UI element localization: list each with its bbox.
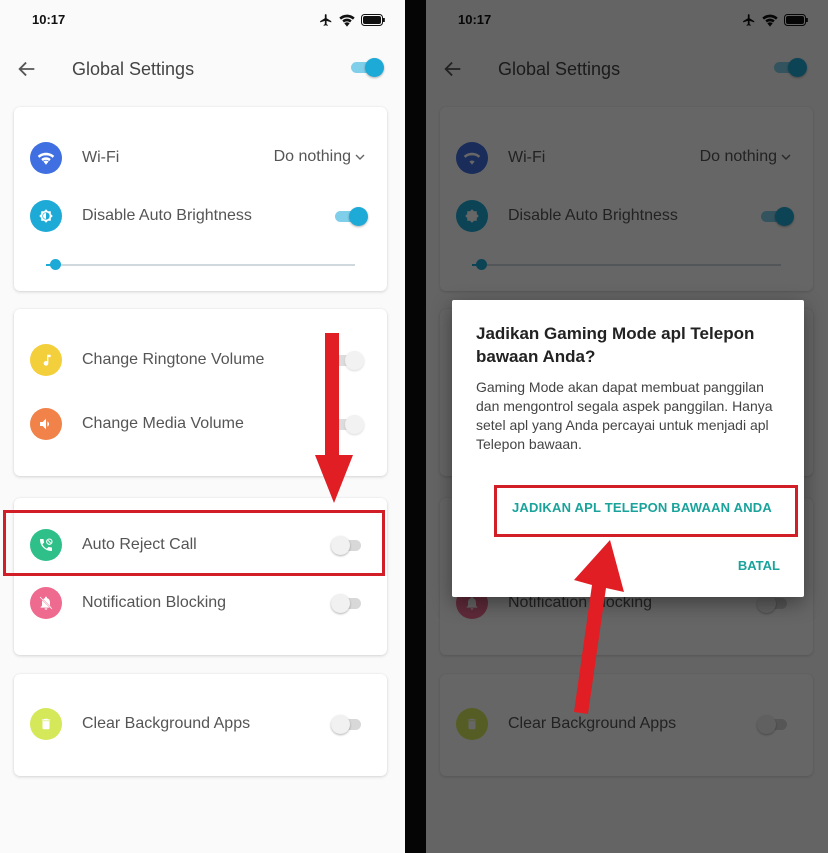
media-label: Change Media Volume: [82, 415, 244, 432]
slider-handle[interactable]: [50, 259, 62, 270]
wifi-action-value: Do nothing: [273, 148, 351, 165]
settings-card-apps: Clear Background Apps: [14, 674, 387, 776]
back-arrow-icon[interactable]: [16, 58, 38, 80]
bell-off-icon: [30, 587, 62, 619]
clear-apps-label: Clear Background Apps: [82, 715, 251, 732]
brightness-slider[interactable]: [46, 259, 355, 271]
status-time: 10:17: [32, 12, 66, 27]
phone-screen-right: 10:17 Global Settings Wi-Fi Do nothing: [426, 0, 828, 853]
status-bar: 10:17: [0, 0, 405, 40]
setting-row-notification-blocking[interactable]: Notification Blocking: [14, 583, 387, 623]
setting-row-brightness[interactable]: Disable Auto Brightness: [14, 196, 387, 236]
comparison-screenshot: 10:17 Global Settings Wi-Fi Do nothing D…: [0, 0, 828, 853]
trash-icon: [30, 708, 62, 740]
notification-blocking-label: Notification Blocking: [82, 594, 227, 611]
highlight-box-confirm: [494, 485, 798, 537]
status-icons: [319, 13, 385, 27]
clear-apps-toggle[interactable]: [331, 715, 363, 734]
brightness-label: Disable Auto Brightness: [82, 207, 252, 224]
airplane-icon: [320, 14, 332, 26]
music-note-icon: [30, 344, 62, 376]
brightness-icon: [30, 200, 62, 232]
wifi-status-icon: [339, 14, 355, 27]
notification-blocking-toggle[interactable]: [331, 594, 363, 613]
highlight-box-auto-reject: [3, 510, 385, 576]
page-title: Global Settings: [72, 59, 195, 79]
default-phone-app-dialog: Jadikan Gaming Mode apl Telepon bawaan A…: [452, 300, 804, 597]
wifi-label: Wi-Fi: [82, 149, 120, 166]
cancel-button[interactable]: BATAL: [738, 558, 780, 573]
red-arrow-up: [574, 540, 624, 714]
app-bar: Global Settings: [0, 40, 405, 100]
phone-screen-left: 10:17 Global Settings Wi-Fi Do nothing D…: [0, 0, 405, 853]
dialog-title: Jadikan Gaming Mode apl Telepon bawaan A…: [476, 324, 755, 366]
chevron-down-icon: [355, 154, 365, 160]
ringtone-label: Change Ringtone Volume: [82, 351, 265, 368]
wifi-action-dropdown[interactable]: Do nothing: [274, 148, 365, 166]
speaker-icon: [30, 408, 62, 440]
battery-icon: [361, 14, 385, 26]
master-toggle[interactable]: [351, 58, 384, 77]
brightness-toggle[interactable]: [335, 207, 368, 226]
settings-card-connectivity: Wi-Fi Do nothing Disable Auto Brightness: [14, 107, 387, 291]
red-arrow-down: [315, 333, 353, 503]
dialog-message: Gaming Mode akan dapat membuat panggilan…: [476, 379, 773, 452]
setting-row-wifi[interactable]: Wi-Fi Do nothing: [14, 138, 387, 178]
setting-row-clear-apps[interactable]: Clear Background Apps: [14, 704, 387, 744]
wifi-icon: [30, 142, 62, 174]
